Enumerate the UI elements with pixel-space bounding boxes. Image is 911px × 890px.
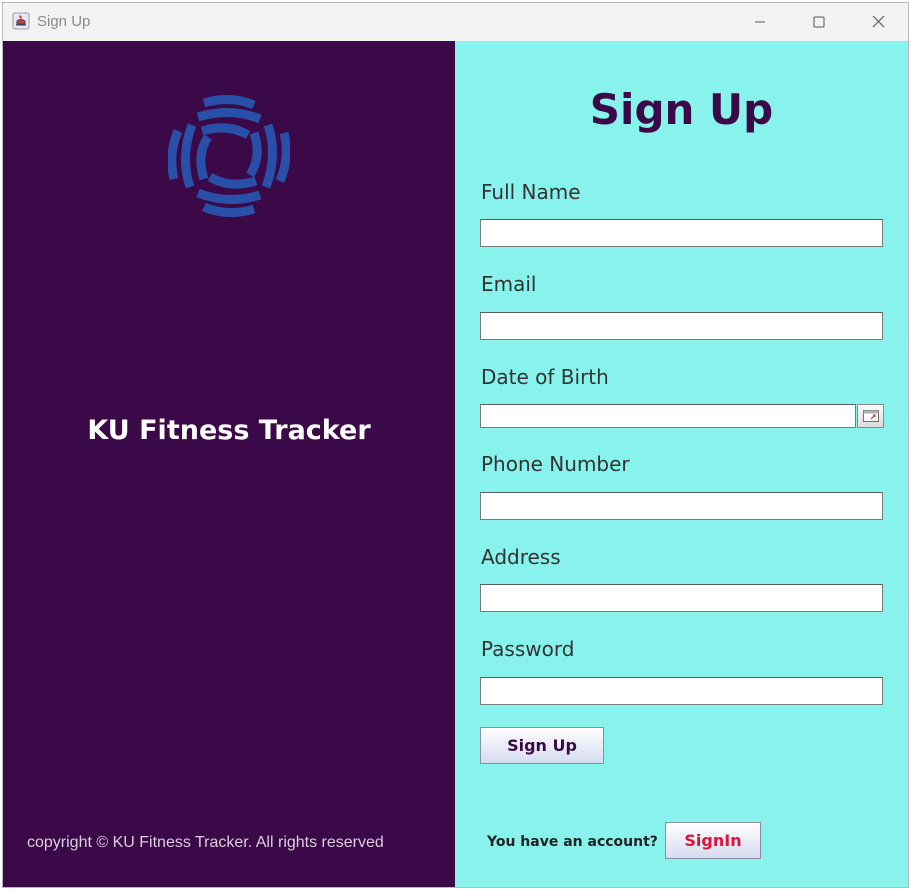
maximize-icon — [813, 13, 825, 32]
address-input[interactable] — [480, 584, 883, 612]
sign-up-button[interactable]: Sign Up — [480, 727, 604, 764]
password-input[interactable] — [480, 677, 883, 705]
phone-label: Phone Number — [481, 452, 630, 476]
window-title: Sign Up — [37, 13, 91, 30]
dob-input[interactable] — [480, 404, 856, 428]
date-picker-button[interactable] — [857, 404, 884, 428]
password-label: Password — [481, 637, 575, 661]
phone-input[interactable] — [480, 492, 883, 520]
signup-window: Sign Up KU Fitness Tracker copyright © K… — [2, 2, 909, 888]
form-heading: Sign Up — [589, 85, 774, 134]
minimize-button[interactable] — [731, 3, 789, 41]
copyright-text: copyright © KU Fitness Tracker. All righ… — [27, 834, 384, 851]
maximize-button[interactable] — [790, 3, 848, 41]
close-button[interactable] — [849, 3, 907, 41]
calendar-icon — [862, 407, 879, 426]
brand-panel: KU Fitness Tracker copyright © KU Fitnes… — [3, 41, 455, 887]
full-name-input[interactable] — [480, 219, 883, 247]
address-label: Address — [481, 545, 561, 569]
minimize-icon — [754, 13, 766, 32]
email-label: Email — [481, 272, 537, 296]
full-name-label: Full Name — [481, 180, 581, 204]
signup-form-panel: Sign Up Full Name Email Date of Birth Ph… — [455, 41, 908, 887]
dob-label: Date of Birth — [481, 365, 609, 389]
title-bar: Sign Up — [3, 3, 908, 41]
brand-title: KU Fitness Tracker — [87, 415, 371, 446]
java-cup-icon — [12, 12, 30, 30]
ku-logo-icon — [167, 95, 291, 217]
sign-in-button[interactable]: SignIn — [665, 822, 761, 859]
close-icon — [872, 13, 885, 32]
email-input[interactable] — [480, 312, 883, 340]
have-account-text: You have an account? — [487, 834, 658, 850]
